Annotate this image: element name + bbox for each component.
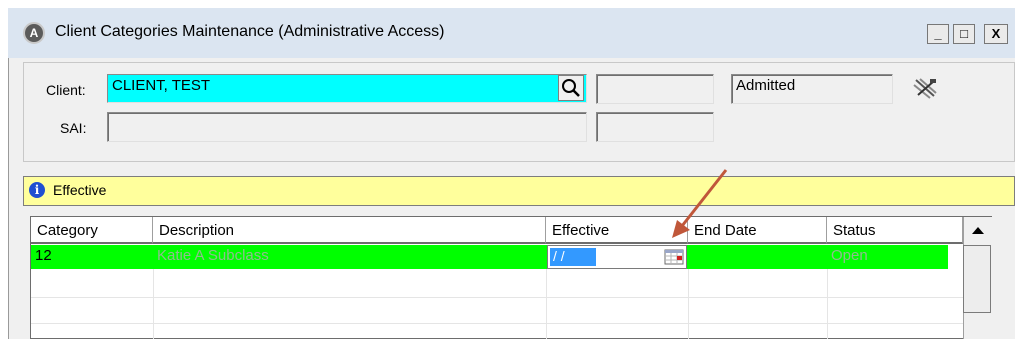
effective-date-selection[interactable]: / /: [550, 248, 596, 266]
grid-divider: [546, 269, 547, 339]
info-banner: [23, 176, 1015, 206]
cell-end-date[interactable]: [688, 245, 827, 269]
client-search-button[interactable]: [558, 75, 584, 101]
minimize-button[interactable]: _: [927, 24, 949, 44]
maximize-button[interactable]: □: [953, 24, 975, 44]
grid-divider: [688, 269, 689, 339]
window-title: Client Categories Maintenance (Administr…: [55, 23, 445, 40]
ribbon-icon[interactable]: [912, 77, 940, 99]
sai-secondary-field[interactable]: [596, 112, 714, 142]
sai-field[interactable]: [107, 112, 587, 142]
admission-status-field: Admitted: [731, 74, 893, 104]
scroll-thumb[interactable]: [963, 245, 991, 313]
grid-row-divider: [31, 323, 964, 324]
cell-category[interactable]: 12: [31, 245, 153, 269]
info-icon: i: [29, 182, 45, 198]
client-id-field[interactable]: [596, 74, 714, 104]
column-header-category[interactable]: Category: [31, 217, 153, 244]
cell-description[interactable]: Katie A Subclass: [153, 245, 546, 269]
grid-row-divider: [31, 297, 964, 298]
client-label: Client:: [46, 82, 86, 98]
app-icon: A: [23, 22, 45, 44]
arrow-up-icon: [966, 227, 990, 246]
scroll-up-button[interactable]: [966, 219, 990, 243]
calendar-icon[interactable]: [664, 249, 684, 265]
grid-divider: [827, 269, 828, 339]
cell-status[interactable]: Open: [827, 245, 948, 269]
sai-label: SAI:: [60, 120, 87, 136]
column-header-description[interactable]: Description: [153, 217, 546, 244]
search-icon: [559, 79, 583, 103]
annotation-arrow: [672, 169, 728, 238]
column-header-status[interactable]: Status: [827, 217, 963, 244]
banner-text: Effective: [53, 182, 107, 198]
grid-divider: [153, 269, 154, 339]
close-button[interactable]: X: [984, 24, 1008, 44]
client-field[interactable]: CLIENT, TEST: [107, 74, 587, 103]
